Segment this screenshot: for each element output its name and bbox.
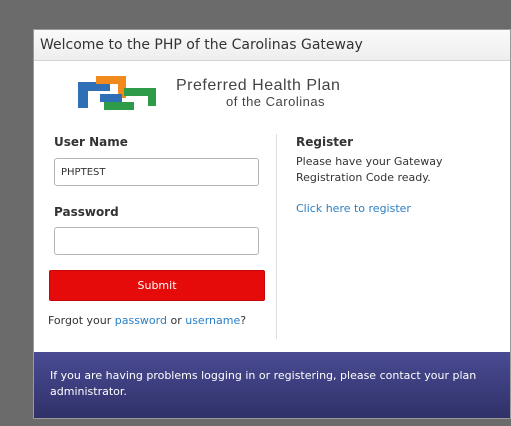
username-label: User Name: [54, 135, 128, 149]
help-footer-text: If you are having problems logging in or…: [50, 369, 477, 398]
forgot-or: or: [166, 314, 186, 327]
forgot-prefix: Forgot your: [48, 314, 115, 327]
password-input[interactable]: [54, 227, 259, 255]
submit-button[interactable]: Submit: [49, 270, 265, 301]
username-input[interactable]: [54, 158, 259, 186]
register-link[interactable]: Click here to register: [296, 202, 411, 215]
register-title: Register: [296, 135, 354, 149]
logo-name-line1: Preferred Health Plan: [176, 77, 341, 94]
logo-name-line2: of the Carolinas: [226, 94, 326, 109]
forgot-password-link[interactable]: password: [115, 314, 167, 327]
panel-header: Welcome to the PHP of the Carolinas Gate…: [34, 30, 510, 61]
forgot-username-link[interactable]: username: [185, 314, 240, 327]
register-instructions: Please have your Gateway Registration Co…: [296, 155, 443, 184]
php-logo-icon: [78, 76, 156, 110]
login-panel: Welcome to the PHP of the Carolinas Gate…: [33, 29, 511, 419]
column-divider: [276, 134, 277, 339]
forgot-credentials-text: Forgot your password or username?: [48, 314, 246, 327]
password-label: Password: [54, 205, 119, 219]
forgot-suffix: ?: [240, 314, 247, 327]
logo: Preferred Health Plan of the Carolinas: [74, 72, 474, 114]
panel-title: Welcome to the PHP of the Carolinas Gate…: [40, 37, 363, 53]
help-footer: If you are having problems logging in or…: [34, 352, 510, 418]
